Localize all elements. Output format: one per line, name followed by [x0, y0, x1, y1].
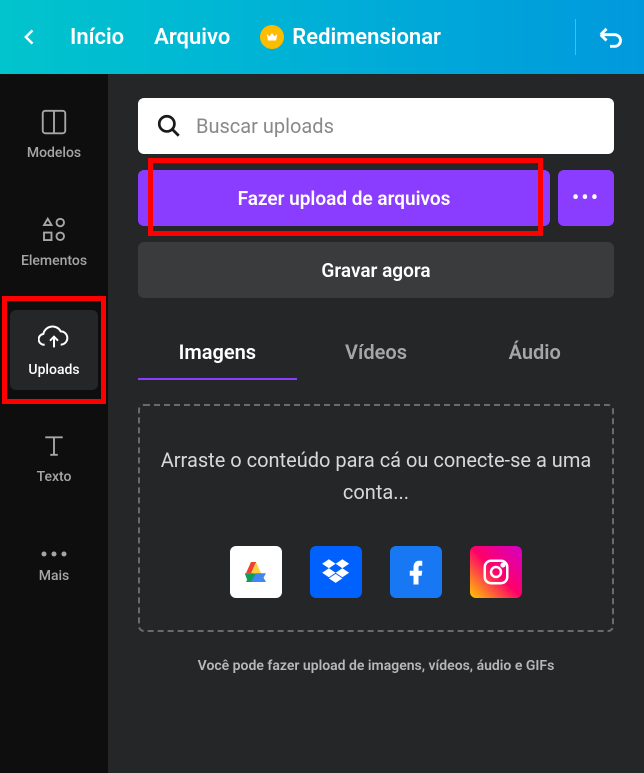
crown-icon: [260, 25, 284, 49]
search-bar[interactable]: [138, 98, 614, 154]
sidebar-item-more[interactable]: Mais: [10, 526, 98, 606]
dropzone-text: Arraste o conteúdo para cá ou conecte-se…: [160, 444, 592, 508]
sidebar-label: Elementos: [21, 253, 87, 269]
sidebar-item-uploads[interactable]: Uploads: [10, 310, 98, 390]
home-link[interactable]: Início: [70, 25, 124, 50]
resize-menu[interactable]: Redimensionar: [260, 25, 441, 50]
sidebar-item-templates[interactable]: Modelos: [10, 94, 98, 174]
back-arrow-icon[interactable]: [20, 27, 40, 47]
divider: [575, 19, 576, 55]
tab-videos[interactable]: Vídeos: [297, 326, 456, 380]
sidebar-label: Uploads: [28, 362, 79, 378]
search-icon: [156, 113, 182, 139]
search-input[interactable]: [196, 114, 596, 138]
sidebar-label: Texto: [37, 469, 72, 485]
tab-audio[interactable]: Áudio: [455, 326, 614, 380]
instagram-icon[interactable]: [470, 546, 522, 598]
undo-icon[interactable]: [596, 23, 624, 51]
tabs: Imagens Vídeos Áudio: [138, 326, 614, 380]
upload-hint: Você pode fazer upload de imagens, vídeo…: [138, 658, 614, 674]
file-menu[interactable]: Arquivo: [154, 25, 230, 50]
providers: [230, 546, 522, 598]
dropzone[interactable]: Arraste o conteúdo para cá ou conecte-se…: [138, 404, 614, 632]
sidebar-label: Modelos: [27, 145, 81, 161]
resize-label: Redimensionar: [292, 25, 441, 50]
sidebar-label: Mais: [39, 568, 70, 584]
record-button[interactable]: Gravar agora: [138, 242, 614, 298]
tab-images[interactable]: Imagens: [138, 326, 297, 380]
topbar: Início Arquivo Redimensionar: [0, 0, 644, 74]
content-panel: Fazer upload de arquivos ••• Gravar agor…: [108, 74, 644, 773]
upload-more-button[interactable]: •••: [558, 170, 614, 226]
dropbox-icon[interactable]: [310, 546, 362, 598]
sidebar-item-text[interactable]: Texto: [10, 418, 98, 498]
google-drive-icon[interactable]: [230, 546, 282, 598]
sidebar-item-elements[interactable]: Elementos: [10, 202, 98, 282]
facebook-icon[interactable]: [390, 546, 442, 598]
sidebar: Modelos Elementos Uploads Texto Mais: [0, 74, 108, 773]
upload-button[interactable]: Fazer upload de arquivos: [138, 170, 550, 226]
